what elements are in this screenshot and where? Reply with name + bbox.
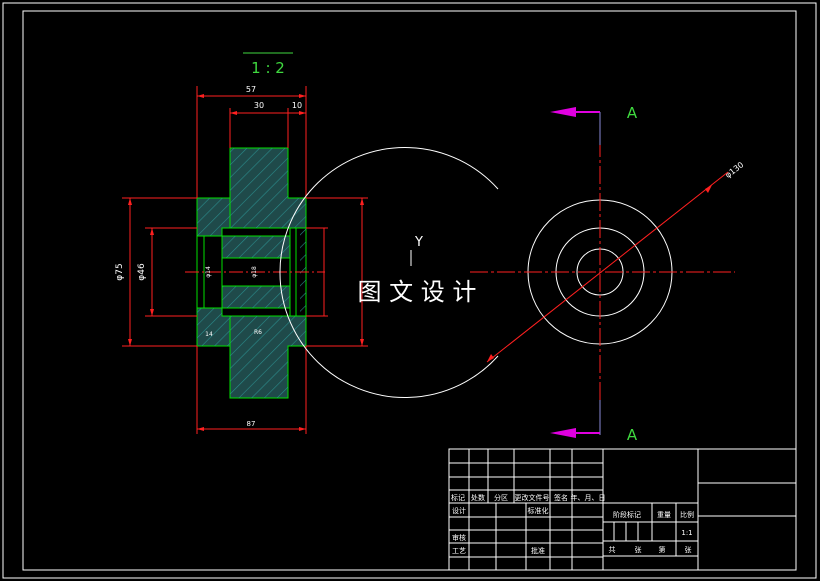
dim-small-bottom: 14	[205, 331, 213, 338]
tb-zone: 分区	[494, 493, 508, 502]
dim-small-mid: φ18	[251, 266, 258, 278]
dim-bottom-overall: 87	[247, 420, 256, 428]
tb-approve: 批准	[531, 546, 545, 555]
scale-label: 1 : 2	[251, 59, 285, 77]
tb-review: 审核	[452, 533, 466, 542]
dim-left-outer: φ75	[115, 263, 125, 280]
diameter-arrow-2	[705, 185, 712, 193]
tb-sheets-unit-2: 张	[685, 545, 692, 554]
tb-stage-mark: 阶段标记	[613, 510, 641, 519]
dim-left-inner: φ46	[137, 263, 147, 281]
watermark-text: 图 文 设 计	[358, 278, 477, 306]
tb-standard: 标准化	[528, 506, 549, 515]
cad-drawing: 1 : 2 57 30 10 φ75 φ46 φ14 φ18 14 R6 87 …	[2, 2, 817, 579]
tb-sheets-total-label: 共	[609, 545, 616, 554]
axis-label: Y	[414, 235, 423, 250]
hub-top-hatch	[230, 148, 306, 228]
dim-top-right: 10	[292, 101, 302, 110]
title-block-frame	[448, 448, 797, 571]
section-view: 57 30 10 φ75 φ46 φ14 φ18 14 R6 87	[115, 85, 368, 434]
hub-bottom-hatch	[230, 316, 306, 398]
front-view: A A φ130	[279, 104, 746, 444]
tb-weight: 重量	[657, 511, 671, 519]
section-arrow-top-head	[550, 107, 576, 117]
tb-sheet-no-label: 第	[659, 545, 666, 554]
tb-process: 工艺	[452, 547, 466, 555]
section-label-bottom: A	[627, 426, 638, 444]
tb-count: 处数	[471, 493, 485, 502]
tb-ratio: 比例	[680, 510, 694, 519]
dim-small-bottom-mid: R6	[254, 329, 262, 336]
flange-top-left-hatch	[197, 198, 230, 236]
dim-circle-dia: φ130	[724, 160, 746, 180]
flange-bottom-left-hatch	[197, 308, 230, 346]
dim-top-overall: 57	[246, 85, 256, 94]
sleeve-bottom-hatch	[222, 286, 290, 308]
axis-indicator: Y	[410, 235, 423, 266]
section-label-top: A	[627, 104, 638, 122]
dim-small-left: φ14	[205, 266, 212, 278]
tb-design: 设计	[452, 506, 466, 515]
tb-sheets-unit-1: 张	[635, 545, 642, 554]
scale-label-group: 1 : 2	[243, 52, 293, 77]
tb-ratio-value: 1:1	[681, 529, 692, 537]
sleeve-top-hatch	[222, 236, 290, 258]
title-block	[448, 448, 797, 571]
dim-top-mid: 30	[254, 101, 264, 110]
tb-mark: 标记	[451, 493, 465, 502]
tb-sign: 签名	[554, 493, 568, 502]
section-arrow-bottom-head	[550, 428, 576, 438]
tb-change-no: 更改文件号	[515, 493, 550, 502]
tb-date: 年、月、日	[571, 493, 606, 502]
